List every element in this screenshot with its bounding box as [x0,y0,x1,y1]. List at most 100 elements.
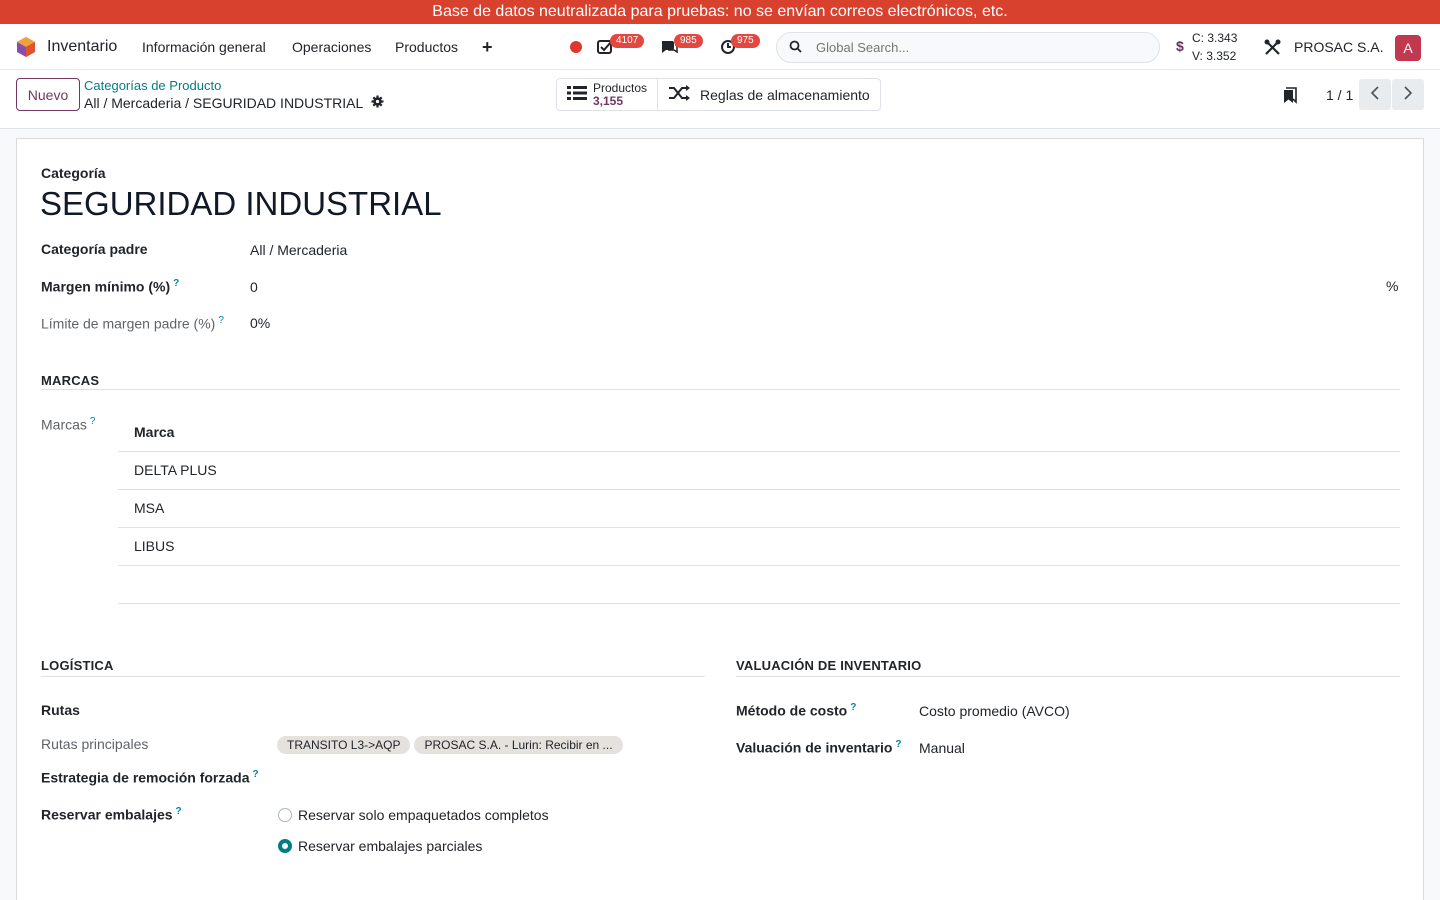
percent-sign: % [1386,278,1399,294]
record-icon[interactable] [570,24,582,70]
menu-productos[interactable]: Productos [395,24,458,70]
logistics-section-title: LOGÍSTICA [41,658,114,673]
routes-label: Rutas [41,702,80,718]
breadcrumb-current: All / Mercaderia / SEGURIDAD INDUSTRIAL [84,95,384,111]
cost-method-field[interactable]: Costo promedio (AVCO) [919,703,1070,719]
parent-category-field[interactable]: All / Mercaderia [250,242,347,258]
help-icon[interactable]: ? [253,769,259,780]
shuffle-icon [668,85,691,104]
inventory-valuation-label: Valuación de inventario? [736,739,902,756]
products-smart-label: Productos [593,80,648,95]
search-input[interactable] [816,40,1136,55]
activities-icon[interactable] [597,24,613,70]
chevron-right-icon [1403,86,1413,103]
logistics-separator [41,676,705,677]
brands-header-line [118,451,1400,452]
main-routes-label: Rutas principales [41,736,149,752]
search-icon [789,40,802,56]
packaging-partial-radio[interactable] [278,839,292,853]
valuation-separator [736,676,1400,677]
brands-empty-row[interactable] [118,566,1400,603]
pager-next-button[interactable] [1392,79,1424,110]
min-margin-label-text: Margen mínimo (%) [41,278,171,295]
rate-sell: V: 3.352 [1192,49,1237,63]
putaway-rules-label: Reglas de almacenamiento [700,86,870,103]
user-avatar[interactable]: A [1395,35,1421,61]
global-search[interactable] [776,32,1160,63]
control-panel: Nuevo Categorías de Producto All / Merca… [0,70,1440,129]
brands-row-line [118,489,1400,490]
brand-row-delta-plus[interactable]: DELTA PLUS [134,462,217,478]
help-icon[interactable]: ? [895,739,901,750]
inventory-valuation-field[interactable]: Manual [919,740,965,756]
app-name[interactable]: Inventario [47,24,117,70]
brands-label: Marcas? [41,416,95,433]
brand-row-libus[interactable]: LIBUS [134,538,174,554]
removal-strategy-field[interactable] [277,766,697,790]
messages-icon[interactable] [660,24,678,70]
parent-category-label: Categoría padre [41,241,148,257]
breadcrumb-current-label: All / Mercaderia / SEGURIDAD INDUSTRIAL [84,95,364,111]
parent-margin-label-text: Límite de margen padre (%) [41,315,216,332]
category-label: Categoría [41,165,106,181]
packaging-full-label[interactable]: Reservar solo empaquetados completos [298,807,549,823]
brands-column-header[interactable]: Marca [134,424,174,440]
packaging-partial-label[interactable]: Reservar embalajes parciales [298,838,482,854]
company-switcher[interactable]: PROSAC S.A. [1294,24,1383,70]
messages-badge: 985 [674,34,703,48]
brands-row-line [118,527,1400,528]
help-icon[interactable]: ? [218,315,224,326]
removal-strategy-label-text: Estrategia de remoción forzada [41,769,250,786]
menu-informacion-general[interactable]: Información general [142,24,266,70]
main-routes-field[interactable]: TRANSITO L3->AQP PROSAC S.A. - Lurin: Rec… [277,736,627,754]
breadcrumb-parent-link[interactable]: Categorías de Producto [84,78,221,93]
products-smart-button[interactable]: Productos 3,155 [557,79,659,110]
packaging-full-radio[interactable] [278,808,292,822]
cost-method-label-text: Método de costo [736,702,848,719]
rate-buy: C: 3.343 [1192,31,1238,45]
category-name-field[interactable]: SEGURIDAD INDUSTRIAL [40,185,442,223]
gear-icon[interactable] [371,95,384,111]
putaway-rules-smart-button[interactable]: Reglas de almacenamiento [658,79,880,110]
chevron-left-icon [1370,86,1380,103]
currency-icon: $ [1176,38,1184,54]
top-navbar: Inventario Información general Operacion… [0,24,1440,70]
help-icon[interactable]: ? [90,416,96,427]
app-logo-icon[interactable] [16,24,36,70]
parent-margin-label: Límite de margen padre (%)? [41,315,224,332]
bookmark-icon[interactable] [1283,87,1297,107]
brands-row-line [118,603,1400,604]
help-icon[interactable]: ? [850,702,856,713]
help-icon[interactable]: ? [173,278,179,289]
test-database-banner: Base de datos neutralizada para pruebas:… [0,0,1440,24]
parent-margin-value: 0% [250,315,271,331]
valuation-section-title: VALUACIÓN DE INVENTARIO [736,658,922,673]
help-icon[interactable]: ? [176,806,182,817]
reserve-packaging-label: Reservar embalajes? [41,806,182,823]
route-tag[interactable]: PROSAC S.A. - Lurin: Recibir en ... [414,736,623,754]
inventory-valuation-label-text: Valuación de inventario [736,739,893,756]
brands-section-title: MARCAS [41,373,100,388]
pager-previous-button[interactable] [1359,79,1391,110]
smart-buttons: Productos 3,155 Reglas de almacenamiento [556,78,881,111]
exchange-rates: C: 3.343 V: 3.352 [1192,29,1237,65]
brands-separator [41,389,1400,390]
min-margin-field[interactable]: 0 [250,279,258,295]
brands-label-text: Marcas [41,416,87,433]
brand-row-msa[interactable]: MSA [134,500,164,516]
cost-method-label: Método de costo? [736,702,856,719]
products-smart-count: 3,155 [593,93,624,108]
list-icon [567,85,587,104]
tools-icon[interactable] [1264,24,1281,70]
new-button[interactable]: Nuevo [16,78,80,111]
min-margin-label: Margen mínimo (%)? [41,278,179,295]
plus-icon[interactable]: + [482,24,493,70]
menu-operaciones[interactable]: Operaciones [292,24,371,70]
removal-strategy-label: Estrategia de remoción forzada? [41,769,259,786]
activities-badge: 4107 [610,34,645,48]
clock-badge: 975 [731,34,760,48]
form-sheet: Categoría SEGURIDAD INDUSTRIAL Categoría… [16,138,1424,900]
pager-value[interactable]: 1 / 1 [1326,87,1353,103]
reserve-packaging-label-text: Reservar embalajes [41,806,173,823]
route-tag[interactable]: TRANSITO L3->AQP [277,736,411,754]
